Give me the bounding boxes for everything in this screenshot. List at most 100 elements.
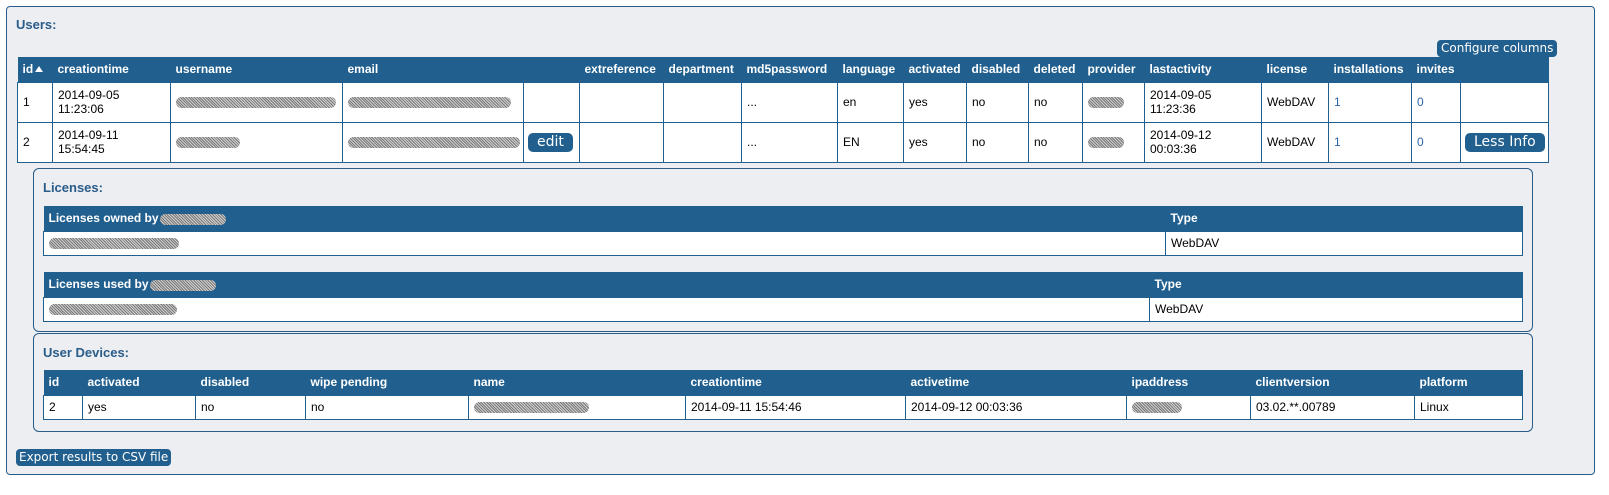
redacted-provider xyxy=(1088,97,1124,109)
col-header-id[interactable]: id xyxy=(43,370,83,395)
cell-license-type: WebDAV xyxy=(1165,230,1523,256)
cell-activated: yes xyxy=(903,121,967,163)
col-header-provider[interactable]: provider xyxy=(1082,57,1145,82)
col-header-id[interactable]: id xyxy=(17,57,53,82)
cell-creationtime: 2014-09-05 11:23:06 xyxy=(52,81,171,123)
col-header-installations[interactable]: installations xyxy=(1328,57,1412,82)
sort-ascending-icon xyxy=(35,66,44,73)
cell-lastactivity: 2014-09-12 00:03:36 xyxy=(1144,121,1262,163)
cell-id: 2 xyxy=(17,121,53,163)
invites-link[interactable]: 0 xyxy=(1411,81,1461,123)
users-title: Users: xyxy=(16,17,57,32)
redacted-email xyxy=(348,137,520,149)
table-row[interactable]: 2 yes no no 2014-09-11 15:54:46 2014-09-… xyxy=(43,394,1523,420)
cell-provider xyxy=(1082,81,1145,123)
col-header-ipaddress[interactable]: ipaddress xyxy=(1126,370,1251,395)
cell-activated: yes xyxy=(903,81,967,123)
redacted-device-name xyxy=(474,402,589,414)
licenses-owned-header-label: Licenses owned by xyxy=(43,206,1166,231)
edit-button[interactable]: edit xyxy=(528,132,573,152)
cell-disabled: no xyxy=(966,121,1029,163)
cell-id: 1 xyxy=(17,81,53,123)
cell-clientversion: 03.02.**.00789 xyxy=(1250,394,1415,420)
cell-actions xyxy=(523,81,580,123)
redacted-license-name xyxy=(49,238,179,250)
col-header-creationtime[interactable]: creationtime xyxy=(52,57,171,82)
less-info-button[interactable]: Less Info xyxy=(1465,132,1545,152)
col-header-email[interactable]: email xyxy=(342,57,524,82)
redacted-user xyxy=(149,279,216,291)
col-header-activated[interactable]: activated xyxy=(903,57,967,82)
cell-provider xyxy=(1082,121,1145,163)
licenses-used-header-label: Licenses used by xyxy=(43,272,1150,297)
col-header-platform[interactable]: platform xyxy=(1414,370,1523,395)
installations-link[interactable]: 1 xyxy=(1328,81,1412,123)
licenses-owned-table: Licenses owned by Type WebDAV xyxy=(43,206,1523,256)
table-row[interactable]: 2 2014-09-11 15:54:45 edit ... EN yes no … xyxy=(17,121,1549,163)
table-row[interactable]: 1 2014-09-05 11:23:06 ... en yes no no 20… xyxy=(17,81,1549,123)
table-row: WebDAV xyxy=(43,230,1523,256)
user-devices-table: id activated disabled wipe pending name … xyxy=(43,370,1523,420)
cell-department xyxy=(663,121,742,163)
col-header-license[interactable]: license xyxy=(1261,57,1329,82)
col-header-type: Type xyxy=(1149,272,1523,297)
redacted-username xyxy=(176,137,240,149)
col-header-activetime[interactable]: activetime xyxy=(905,370,1127,395)
cell-ipaddress xyxy=(1126,394,1251,420)
cell-activated: yes xyxy=(82,394,196,420)
installations-link[interactable]: 1 xyxy=(1328,121,1412,163)
redacted-ipaddress xyxy=(1132,402,1182,414)
cell-extreference xyxy=(579,121,664,163)
cell-username xyxy=(170,81,343,123)
cell-license-name xyxy=(43,296,1150,322)
cell-email xyxy=(342,121,524,163)
cell-email xyxy=(342,81,524,123)
cell-more xyxy=(1460,81,1549,123)
cell-name xyxy=(468,394,686,420)
cell-department xyxy=(663,81,742,123)
col-header-lastactivity[interactable]: lastactivity xyxy=(1144,57,1262,82)
col-header-more xyxy=(1460,57,1549,82)
col-header-department[interactable]: department xyxy=(663,57,742,82)
cell-activetime: 2014-09-12 00:03:36 xyxy=(905,394,1127,420)
cell-md5password: ... xyxy=(741,81,838,123)
export-csv-button[interactable]: Export results to CSV file xyxy=(16,449,172,466)
table-row: WebDAV xyxy=(43,296,1523,322)
licenses-used-header: Licenses used by Type xyxy=(43,272,1523,297)
col-header-disabled[interactable]: disabled xyxy=(195,370,306,395)
cell-lastactivity: 2014-09-05 11:23:36 xyxy=(1144,81,1262,123)
configure-columns-button[interactable]: Configure columns xyxy=(1437,40,1558,57)
user-devices-header: id activated disabled wipe pending name … xyxy=(43,370,1523,395)
invites-link[interactable]: 0 xyxy=(1411,121,1461,163)
redacted-provider xyxy=(1088,137,1124,149)
col-header-creationtime[interactable]: creationtime xyxy=(685,370,906,395)
cell-creationtime: 2014-09-11 15:54:46 xyxy=(685,394,906,420)
col-header-language[interactable]: language xyxy=(837,57,904,82)
licenses-title: Licenses: xyxy=(43,180,103,195)
cell-wipe-pending: no xyxy=(305,394,469,420)
redacted-license-name xyxy=(49,304,177,316)
licenses-used-table: Licenses used by Type WebDAV xyxy=(43,272,1523,322)
col-header-activated[interactable]: activated xyxy=(82,370,196,395)
col-header-md5password[interactable]: md5password xyxy=(741,57,838,82)
col-header-name[interactable]: name xyxy=(468,370,686,395)
col-header-deleted[interactable]: deleted xyxy=(1028,57,1083,82)
users-table-header: id creationtime username email extrefere… xyxy=(17,57,1549,82)
cell-disabled: no xyxy=(966,81,1029,123)
col-header-username[interactable]: username xyxy=(170,57,343,82)
users-panel: Users: Configure columns id creationtime… xyxy=(6,6,1595,475)
cell-username xyxy=(170,121,343,163)
cell-actions: edit xyxy=(523,121,580,163)
col-header-clientversion[interactable]: clientversion xyxy=(1250,370,1415,395)
col-header-wipe-pending[interactable]: wipe pending xyxy=(305,370,469,395)
col-header-type: Type xyxy=(1165,206,1523,231)
col-header-invites[interactable]: invites xyxy=(1411,57,1461,82)
col-header-extreference[interactable]: extreference xyxy=(579,57,664,82)
licenses-owned-header: Licenses owned by Type xyxy=(43,206,1523,231)
redacted-owner xyxy=(159,213,226,225)
col-header-disabled[interactable]: disabled xyxy=(966,57,1029,82)
redacted-username xyxy=(176,97,336,109)
cell-license-type: WebDAV xyxy=(1149,296,1523,322)
cell-disabled: no xyxy=(195,394,306,420)
users-table: id creationtime username email extrefere… xyxy=(17,57,1549,163)
